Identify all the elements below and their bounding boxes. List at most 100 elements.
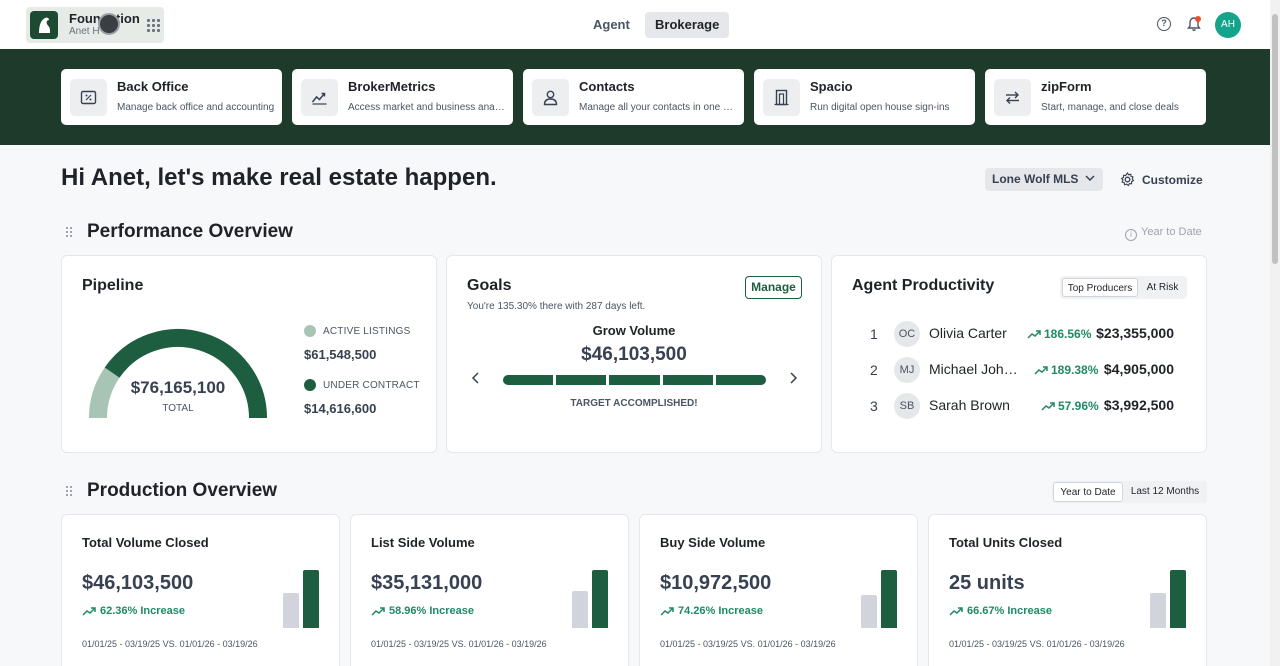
agent-amount: $3,992,500 [1103,397,1174,413]
trend-up-icon [1034,366,1048,375]
agent-change-value: 57.96% [1058,399,1099,413]
toggle-top-producers[interactable]: Top Producers [1062,278,1138,297]
legend-dot-under-contract [304,379,316,391]
app-launcher-band: Back Office Manage back office and accou… [0,49,1270,145]
drag-handle-icon[interactable] [66,486,74,498]
legend-value-active: $61,548,500 [304,347,377,362]
metric-value: $10,972,500 [660,572,772,594]
agent-change: 57.96% [1041,399,1099,413]
metric-title: Buy Side Volume [660,535,766,550]
mls-select-value: Lone Wolf MLS [992,172,1079,186]
section-title-performance: Performance Overview [87,221,293,242]
metric-trend-text: 66.67% Increase [967,605,1053,617]
period-note: i Year to Date [1125,226,1202,241]
metric-trend-text: 62.36% Increase [100,605,186,617]
trend-up-icon [660,607,674,616]
legend-dot-active [304,325,316,337]
mini-bar-current-period [1170,570,1186,628]
drag-handle-icon[interactable] [66,227,74,239]
agent-row[interactable]: 2 MJ Michael Johnson 189.38% $4,905,000 [832,355,1206,385]
goal-value: $46,103,500 [581,344,687,365]
goal-status: TARGET ACCOMPLISHED! [570,398,698,409]
metric-card: Total Volume Closed $46,103,500 62.36% I… [61,514,340,666]
user-avatar[interactable]: AH [1215,12,1241,38]
metric-card: Buy Side Volume $10,972,500 74.26% Incre… [639,514,918,666]
goal-progress-segment [662,375,713,385]
help-icon[interactable]: ? [1157,17,1171,31]
app-card-brokermetrics[interactable]: BrokerMetrics Access market and business… [292,69,513,125]
agent-rank: 3 [870,398,878,414]
agent-change: 186.56% [1027,327,1091,341]
metric-trend-text: 58.96% Increase [389,605,475,617]
gear-icon [1120,172,1135,187]
agent-name: Sarah Brown [929,397,1010,413]
metric-value: $46,103,500 [82,572,194,594]
org-switcher[interactable]: Foundation Anet H [26,7,164,43]
tab-brokerage[interactable]: Brokerage [645,12,730,38]
metric-title: Total Volume Closed [82,535,209,550]
app-description: Manage back office and accounting [117,102,275,113]
metric-mini-chart [283,570,321,628]
app-title: BrokerMetrics [348,79,436,94]
app-card-zipform[interactable]: zipForm Start, manage, and close deals [985,69,1206,125]
pipeline-total-value: $76,165,100 [130,378,226,397]
cursor-icon [98,13,120,35]
app-card-contacts[interactable]: Contacts Manage all your contacts in one… [523,69,744,125]
info-icon: i [1125,229,1137,241]
agent-row[interactable]: 3 SB Sarah Brown 57.96% $3,992,500 [832,391,1206,421]
metric-date-range: 01/01/25 - 03/19/25 VS. 01/01/26 - 03/19… [371,639,547,649]
metric-mini-chart [1150,570,1188,628]
metric-trend-text: 74.26% Increase [678,605,764,617]
toggle-at-risk[interactable]: At Risk [1140,278,1185,297]
period-note-text: Year to Date [1141,226,1202,238]
page-scrollbar[interactable] [1270,0,1280,666]
top-bar: Foundation Anet H Agent Brokerage ? AH [0,0,1270,49]
metric-card: Total Units Closed 25 units 66.67% Incre… [928,514,1207,666]
mini-bar-current-period [592,570,608,628]
agent-change: 189.38% [1034,363,1098,377]
goal-progress-segment [609,375,660,385]
user-name: Anet H [69,26,100,37]
mini-bar-previous-period [572,591,588,628]
metric-trend: 66.67% Increase [949,605,1052,617]
tab-agent[interactable]: Agent [583,12,640,38]
agent-row[interactable]: 1 OC Olivia Carter 186.56% $23,355,000 [832,319,1206,349]
metric-trend: 58.96% Increase [371,605,474,617]
trend-up-icon [1041,402,1055,411]
swap-arrows-icon [994,79,1031,116]
chevron-down-icon [1085,175,1095,182]
app-card-back-office[interactable]: Back Office Manage back office and accou… [61,69,282,125]
person-icon [532,79,569,116]
app-grid-icon[interactable] [146,18,160,32]
app-title: zipForm [1041,79,1092,94]
toggle-year-to-date[interactable]: Year to Date [1053,482,1123,502]
agent-rank: 1 [870,326,878,342]
mini-bar-current-period [881,570,897,628]
door-icon [763,79,800,116]
scrollbar-thumb[interactable] [1272,14,1278,264]
agent-amount: $4,905,000 [1103,361,1174,377]
metric-trend: 62.36% Increase [82,605,185,617]
agent-avatar: MJ [894,357,920,383]
legend-label-under-contract: UNDER CONTRACT [323,380,420,391]
goal-name: Grow Volume [592,323,676,338]
agent-name: Michael Johnson [929,361,1023,377]
agent-name: Olivia Carter [929,325,1007,341]
production-period-toggle: Year to Date Last 12 Months [1052,481,1207,503]
app-description: Run digital open house sign-ins [810,102,950,113]
manage-goals-button[interactable]: Manage [745,276,802,299]
agent-change-value: 189.38% [1051,363,1099,377]
app-card-spacio[interactable]: Spacio Run digital open house sign-ins [754,69,975,125]
chevron-right-icon[interactable] [786,370,800,386]
app-description: Start, manage, and close deals [1041,102,1179,113]
goal-progress-bar [503,375,766,385]
mls-select[interactable]: Lone Wolf MLS [985,168,1103,191]
trend-up-icon [371,607,385,616]
app-description: Access market and business analytics [348,102,506,113]
agent-avatar: OC [894,321,920,347]
chevron-left-icon[interactable] [469,370,483,386]
metric-trend: 74.26% Increase [660,605,763,617]
metric-value: 25 units [949,572,1025,594]
producer-toggle: Top Producers At Risk [1060,276,1187,299]
toggle-last-12-months[interactable]: Last 12 Months [1125,482,1205,502]
